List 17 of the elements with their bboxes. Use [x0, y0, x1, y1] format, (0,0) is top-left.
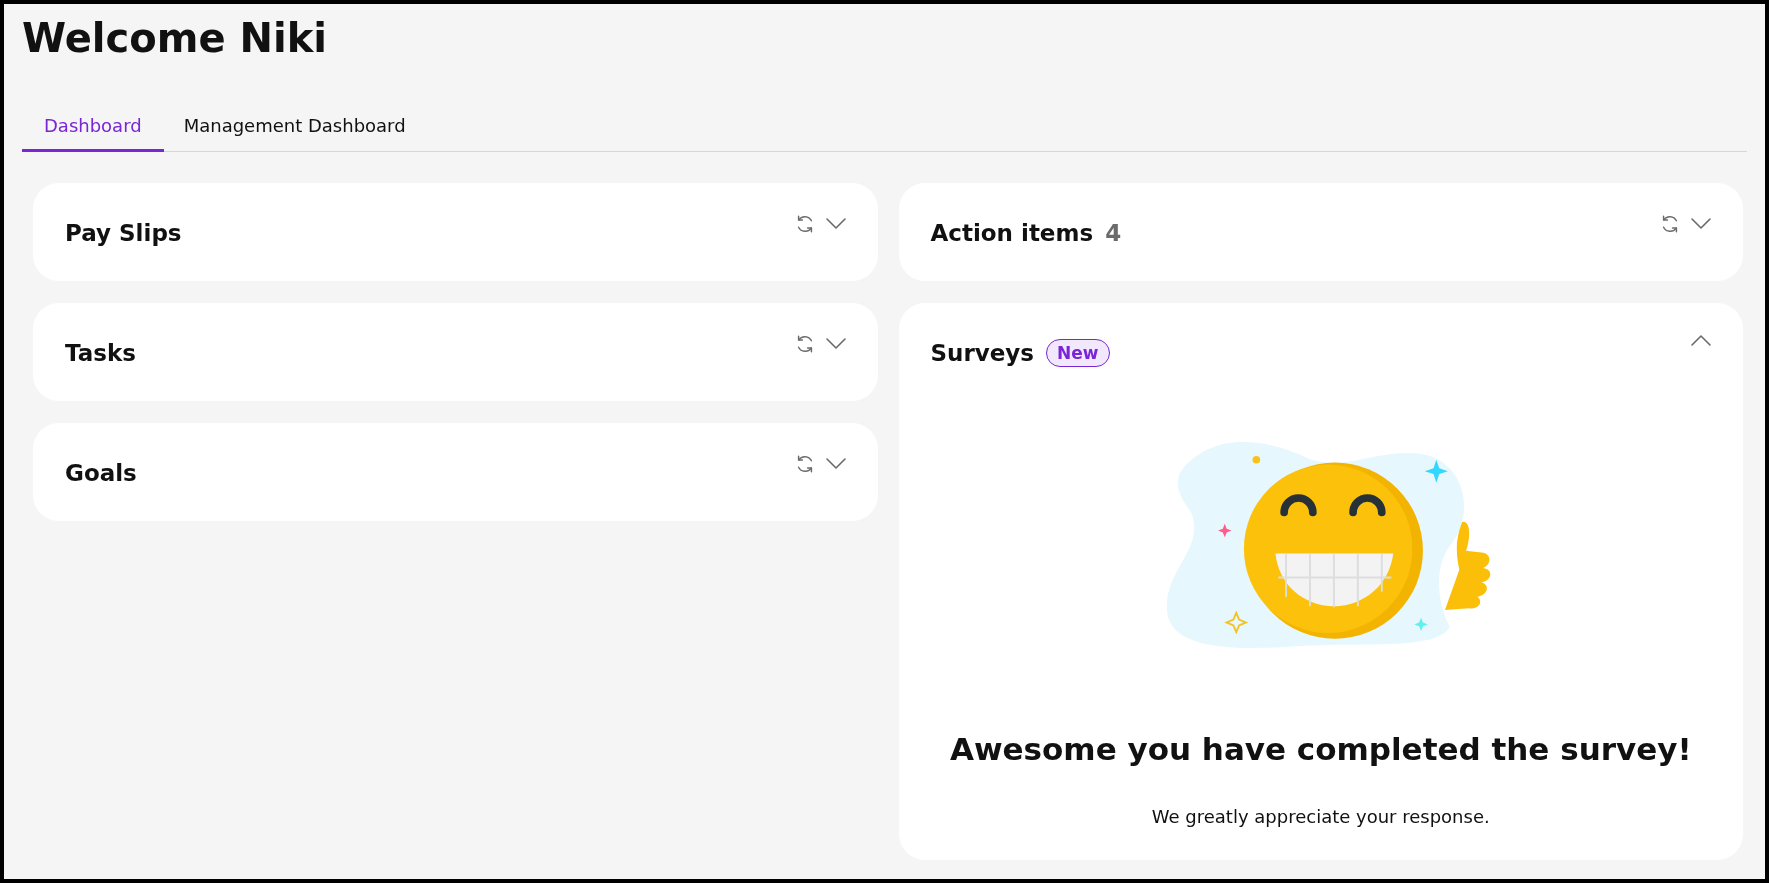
- card-title: Action items: [930, 219, 1094, 248]
- page-title: Welcome Niki: [22, 14, 328, 63]
- tab[interactable]: Dashboard: [22, 108, 164, 152]
- chevron-down-icon[interactable]: [823, 217, 848, 231]
- card-title: Pay Slips: [65, 219, 182, 248]
- tab[interactable]: Management Dashboard: [163, 108, 426, 152]
- chevron-down-icon[interactable]: [823, 457, 848, 471]
- chevron-down-icon[interactable]: [1689, 217, 1713, 231]
- card-title: Goals: [65, 459, 137, 488]
- chevron-up-icon[interactable]: [1689, 333, 1713, 347]
- card-title: Tasks: [65, 339, 136, 368]
- card-title: Surveys: [930, 339, 1035, 368]
- new-badge: New: [1046, 339, 1110, 368]
- item-count: 4: [1105, 219, 1122, 248]
- success-heading: Awesome you have completed the survey!: [949, 730, 1692, 769]
- success-message: We greatly appreciate your response.: [1151, 804, 1490, 829]
- chevron-down-icon[interactable]: [823, 337, 848, 351]
